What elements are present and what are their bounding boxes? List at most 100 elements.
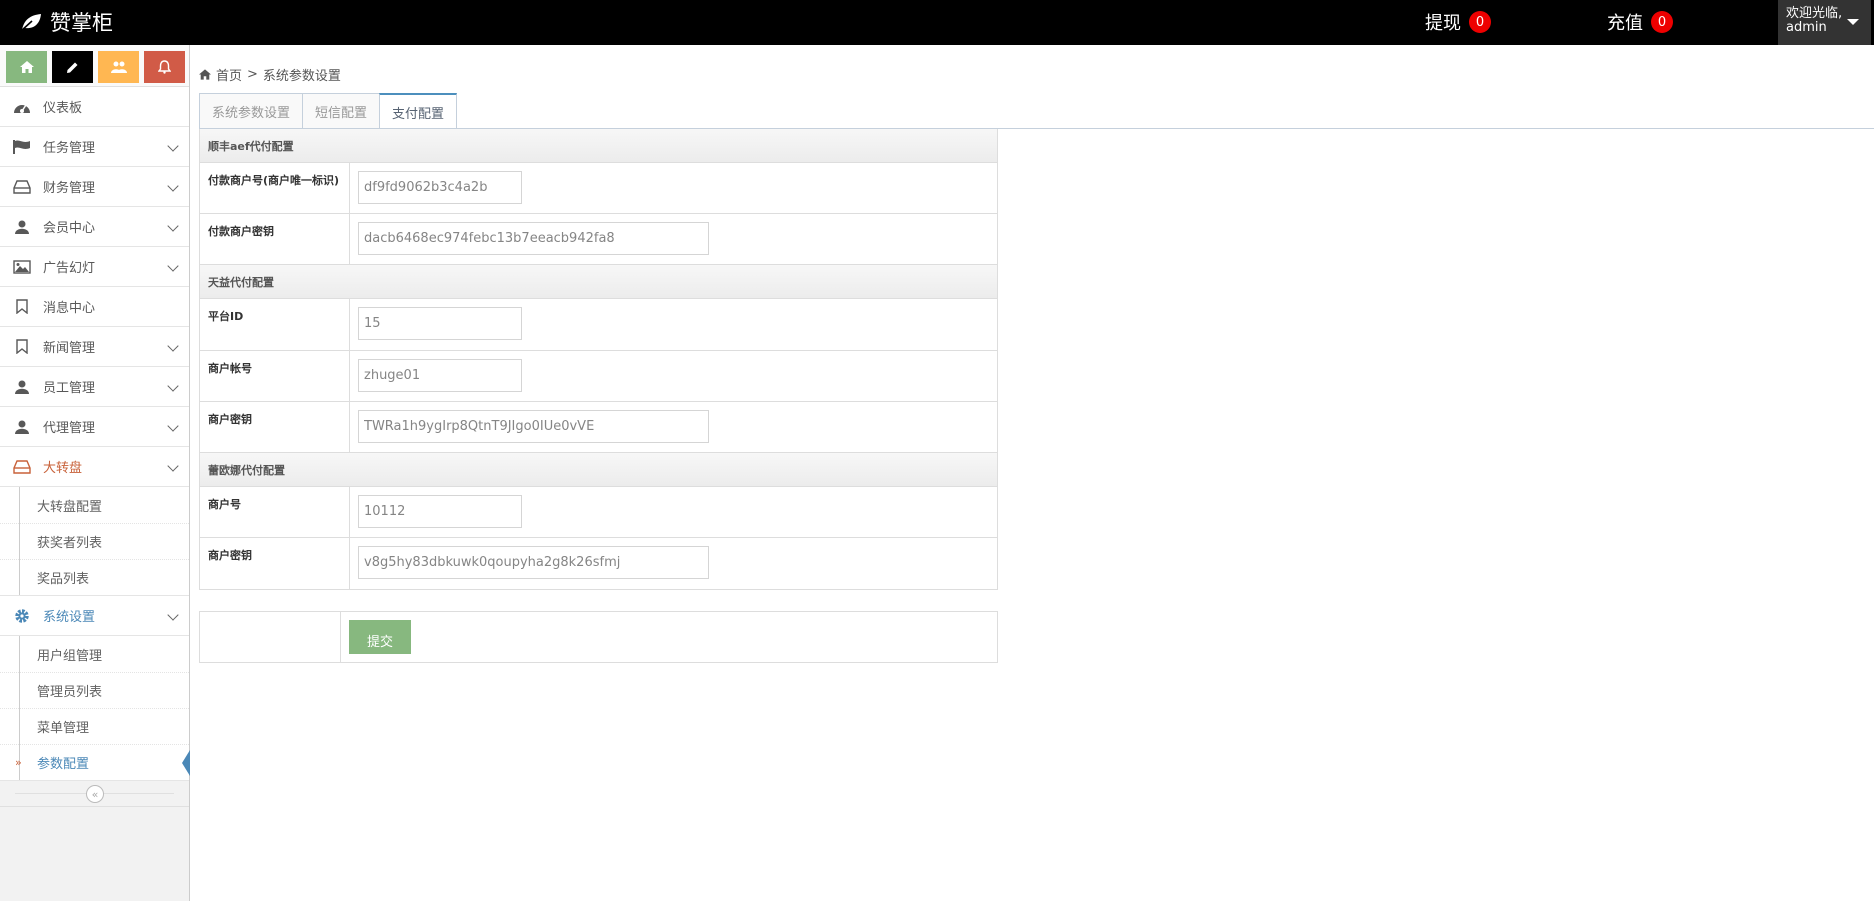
shortcut-users-button[interactable] xyxy=(98,51,139,83)
sidebar-item-news[interactable]: 新闻管理 xyxy=(0,327,189,367)
chevron-down-icon xyxy=(167,460,179,472)
submenu-item-user-groups[interactable]: 用户组管理 xyxy=(0,636,189,672)
sidebar-item-label: 系统设置 xyxy=(43,610,96,625)
sf-merchant-key-field[interactable] xyxy=(358,222,709,255)
sidebar-item-label: 仪表板 xyxy=(43,101,83,116)
drive-icon xyxy=(12,179,32,195)
sidebar-item-ads[interactable]: 广告幻灯 xyxy=(0,247,189,287)
chevron-down-icon xyxy=(167,220,179,232)
sidebar-shortcuts xyxy=(0,45,189,87)
chevron-down-icon xyxy=(167,260,179,272)
sidebar-item-label: 广告幻灯 xyxy=(43,261,96,276)
shortcut-alerts-button[interactable] xyxy=(144,51,185,83)
form-row: 商户帐号 xyxy=(200,351,997,402)
sidebar-item-dashboard[interactable]: 仪表板 xyxy=(0,87,189,127)
sidebar-item-label: 代理管理 xyxy=(43,421,96,436)
sidebar-item-staff[interactable]: 员工管理 xyxy=(0,367,189,407)
top-navbar: 赞掌柜 提现 0 充值 0 欢迎光临, admin xyxy=(0,0,1874,45)
home-icon xyxy=(19,61,34,73)
pencil-icon xyxy=(67,62,78,73)
recharge-indicator[interactable]: 充值 0 xyxy=(1607,9,1673,35)
user-icon xyxy=(12,219,32,235)
submenu-item-label: 奖品列表 xyxy=(37,572,90,587)
sidebar-item-wheel[interactable]: 大转盘 xyxy=(0,447,189,487)
home-icon xyxy=(199,69,211,80)
tab-payment-config[interactable]: 支付配置 xyxy=(379,93,458,129)
sf-merchant-id-field[interactable] xyxy=(358,171,522,204)
picture-icon xyxy=(12,259,32,275)
submenu-item-params[interactable]: » 参数配置 xyxy=(0,744,190,780)
submenu-item-winners[interactable]: 获奖者列表 xyxy=(0,523,189,559)
sidebar-item-label: 员工管理 xyxy=(43,381,96,396)
field-label: 付款商户密钥 xyxy=(200,214,350,264)
bell-icon xyxy=(158,60,171,74)
sidebar-item-agents[interactable]: 代理管理 xyxy=(0,407,189,447)
drive-icon xyxy=(12,459,32,475)
field-label: 商户帐号 xyxy=(200,351,350,401)
submenu-item-wheel-config[interactable]: 大转盘配置 xyxy=(0,487,189,523)
group-header-sf-aef: 顺丰aef代付配置 xyxy=(200,129,997,163)
submenu-item-label: 大转盘配置 xyxy=(37,499,103,515)
double-chevron-left-icon: « xyxy=(91,787,99,801)
withdraw-label: 提现 xyxy=(1425,13,1461,34)
submenu-item-admins[interactable]: 管理员列表 xyxy=(0,672,189,708)
bookmark-icon xyxy=(12,299,32,315)
brand[interactable]: 赞掌柜 xyxy=(20,8,113,36)
form-row: 付款商户密钥 xyxy=(200,214,997,265)
chevron-down-icon xyxy=(167,140,179,152)
shortcut-home-button[interactable] xyxy=(6,51,47,83)
tianyi-platform-id-field[interactable] xyxy=(358,307,522,340)
users-icon xyxy=(110,61,127,73)
sidebar: 仪表板 任务管理 财务管理 会员中心 广告幻灯 消息中心 新闻管理 员工管理 代… xyxy=(0,45,190,901)
sidebar-item-label: 任务管理 xyxy=(43,141,96,156)
brand-name: 赞掌柜 xyxy=(50,11,113,35)
bookmark-icon xyxy=(12,339,32,355)
caret-down-icon xyxy=(1847,19,1859,25)
sidebar-item-finance[interactable]: 财务管理 xyxy=(0,167,189,207)
submenu-item-label: 菜单管理 xyxy=(37,721,90,736)
field-label: 付款商户号(商户唯一标识) xyxy=(200,163,350,213)
leona-key-field[interactable] xyxy=(358,546,709,579)
submenu-item-label: 用户组管理 xyxy=(37,648,103,664)
gear-icon xyxy=(12,608,32,624)
user-icon xyxy=(12,419,32,435)
wheel-submenu: 大转盘配置 获奖者列表 奖品列表 xyxy=(0,487,189,596)
leaf-icon xyxy=(20,14,41,32)
active-pointer-icon xyxy=(182,750,190,776)
submit-button[interactable]: 提交 xyxy=(349,620,411,654)
withdraw-indicator[interactable]: 提现 0 xyxy=(1425,9,1491,35)
sidebar-item-tasks[interactable]: 任务管理 xyxy=(0,127,189,167)
tab-sms-config[interactable]: 短信配置 xyxy=(302,93,381,128)
recharge-label: 充值 xyxy=(1607,13,1643,34)
user-icon xyxy=(12,379,32,395)
group-header-leona: 蕾欧娜代付配置 xyxy=(200,453,997,487)
chevron-down-icon xyxy=(167,340,179,352)
chevron-down-icon xyxy=(167,380,179,392)
sidebar-item-members[interactable]: 会员中心 xyxy=(0,207,189,247)
submenu-item-prizes[interactable]: 奖品列表 xyxy=(0,559,189,595)
recharge-count-badge: 0 xyxy=(1651,11,1673,33)
breadcrumb-current: 系统参数设置 xyxy=(262,69,341,84)
form-row: 商户密钥 xyxy=(200,402,997,453)
shortcut-edit-button[interactable] xyxy=(52,51,93,83)
sidebar-item-label: 财务管理 xyxy=(43,181,96,196)
tianyi-key-field[interactable] xyxy=(358,410,709,443)
leona-merchant-no-field[interactable] xyxy=(358,495,522,528)
collapse-sidebar-button[interactable]: « xyxy=(86,785,104,803)
sidebar-item-label: 会员中心 xyxy=(43,221,96,236)
form-row: 付款商户号(商户唯一标识) xyxy=(200,163,997,214)
sidebar-menu: 仪表板 任务管理 财务管理 会员中心 广告幻灯 消息中心 新闻管理 员工管理 代… xyxy=(0,87,190,781)
tab-system-params[interactable]: 系统参数设置 xyxy=(199,93,304,128)
user-menu[interactable]: 欢迎光临, admin xyxy=(1778,0,1871,45)
form-row: 商户号 xyxy=(200,487,997,538)
chevron-down-icon xyxy=(167,420,179,432)
sidebar-item-messages[interactable]: 消息中心 xyxy=(0,287,189,327)
breadcrumb-home-link[interactable]: 首页 xyxy=(216,65,242,84)
sidebar-item-system-settings[interactable]: 系统设置 xyxy=(0,596,189,636)
system-submenu: 用户组管理 管理员列表 菜单管理 » 参数配置 xyxy=(0,636,190,781)
submenu-item-menus[interactable]: 菜单管理 xyxy=(0,708,189,744)
group-header-tianyi: 天益代付配置 xyxy=(200,265,997,299)
sidebar-collapse-bar: « xyxy=(0,781,189,807)
submenu-item-label: 管理员列表 xyxy=(37,685,103,700)
tianyi-account-field[interactable] xyxy=(358,359,522,392)
